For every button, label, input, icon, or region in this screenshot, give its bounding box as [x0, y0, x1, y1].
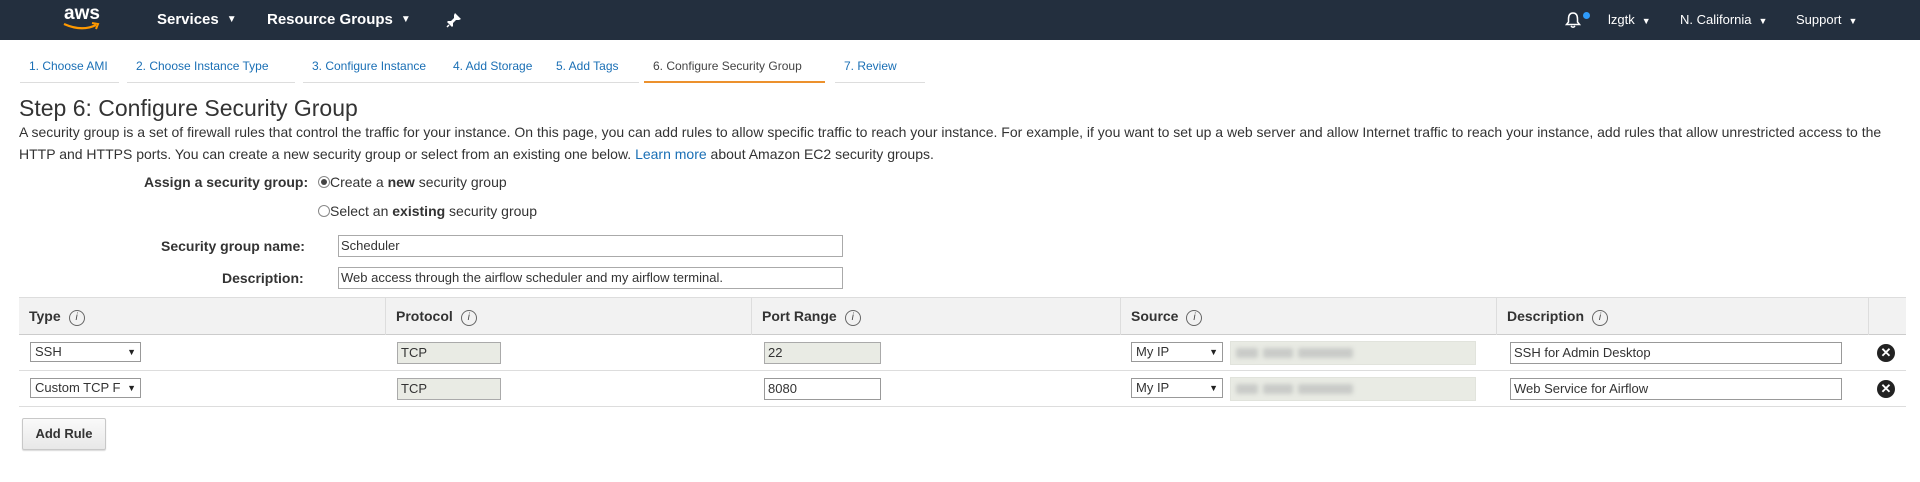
info-icon[interactable]: i [460, 310, 477, 326]
radio-create-new[interactable]: Create a new security group [318, 174, 507, 190]
dropdown-arrow-icon: ▼ [127, 347, 136, 357]
option-existing-prefix: Select an [330, 203, 393, 219]
port-range-input: 22 [764, 342, 881, 364]
header-description-label: Description [1507, 308, 1585, 324]
dropdown-arrow-icon: ▼ [127, 383, 136, 393]
region-menu[interactable]: N. California ▼ [1680, 0, 1767, 40]
header-source: Source i [1120, 298, 1496, 335]
region-label: N. California [1680, 12, 1752, 27]
type-select[interactable]: SSH ▼ [30, 342, 141, 362]
source-ip-input[interactable] [1230, 377, 1476, 401]
services-menu[interactable]: Services ▼ [157, 0, 237, 40]
tab-configure-security-group[interactable]: 6. Configure Security Group [644, 53, 825, 83]
user-menu[interactable]: lzgtk ▼ [1608, 0, 1651, 40]
info-icon[interactable]: i [1592, 310, 1609, 326]
learn-more-link[interactable]: Learn more [635, 146, 707, 162]
page-title: Step 6: Configure Security Group [19, 95, 358, 121]
notification-dot [1583, 12, 1590, 19]
tab-review[interactable]: 7. Review [835, 53, 925, 83]
assign-security-group-label: Assign a security group: [144, 174, 309, 190]
radio-button-checked[interactable] [318, 176, 330, 188]
tab-add-storage[interactable]: 4. Add Storage [444, 53, 547, 83]
tab-choose-instance-type[interactable]: 2. Choose Instance Type [127, 53, 295, 83]
security-group-name-input[interactable]: Scheduler [338, 235, 843, 257]
aws-smile-icon [63, 22, 100, 30]
protocol-input: TCP [397, 378, 501, 400]
header-type: Type i [19, 298, 385, 335]
info-icon[interactable]: i [1186, 310, 1203, 326]
option-new-suffix: security group [414, 174, 507, 190]
chevron-down-icon: ▼ [1641, 16, 1651, 26]
header-type-label: Type [29, 308, 61, 324]
source-ip-input[interactable] [1230, 341, 1476, 365]
security-group-name-label: Security group name: [161, 238, 305, 254]
header-port-range: Port Range i [751, 298, 1120, 335]
option-existing-bold: existing [392, 203, 446, 219]
header-protocol-label: Protocol [396, 308, 453, 324]
radio-select-existing[interactable]: Select an existing security group [318, 203, 537, 219]
chevron-down-icon: ▼ [1848, 16, 1858, 26]
table-row: Custom TCP F ▼ TCP 8080 My IP ▼ Web Servic… [19, 371, 1906, 407]
services-label: Services [157, 11, 219, 28]
remove-rule-icon[interactable]: ✕ [1877, 344, 1895, 362]
header-source-label: Source [1131, 308, 1179, 324]
tab-choose-ami[interactable]: 1. Choose AMI [20, 53, 119, 83]
support-menu[interactable]: Support ▼ [1796, 0, 1857, 40]
support-label: Support [1796, 12, 1842, 27]
protocol-input: TCP [397, 342, 501, 364]
tab-configure-instance[interactable]: 3. Configure Instance [303, 53, 444, 83]
table-header: Type i Protocol i Port Range i Source i Desc… [19, 297, 1906, 335]
resource-groups-menu[interactable]: Resource Groups ▼ [267, 0, 411, 40]
header-protocol: Protocol i [385, 298, 751, 335]
header-port-range-label: Port Range [762, 308, 837, 324]
pin-icon[interactable] [446, 12, 462, 28]
intro-paragraph: A security group is a set of firewall ru… [19, 122, 1899, 165]
type-value: SSH [35, 344, 62, 359]
resource-groups-label: Resource Groups [267, 11, 393, 28]
table-row: SSH ▼ TCP 22 My IP ▼ SSH for Admin Desktop… [19, 335, 1906, 371]
source-value: My IP [1136, 344, 1170, 359]
rule-description-input[interactable]: SSH for Admin Desktop [1510, 342, 1842, 364]
top-navigation-bar: aws Services ▼ Resource Groups ▼ lzgtk ▼ N.… [0, 0, 1920, 40]
intro-suffix: about Amazon EC2 security groups. [710, 145, 934, 162]
aws-logo-text: aws [64, 3, 100, 24]
option-existing-suffix: security group [445, 203, 537, 219]
info-icon[interactable]: i [68, 310, 85, 326]
chevron-down-icon: ▼ [1758, 16, 1768, 26]
dropdown-arrow-icon: ▼ [1209, 383, 1218, 393]
source-select[interactable]: My IP ▼ [1131, 342, 1223, 362]
option-new-prefix: Create a [330, 174, 388, 190]
user-label: lzgtk [1608, 12, 1635, 27]
radio-button-unchecked[interactable] [318, 205, 330, 217]
info-icon[interactable]: i [844, 310, 861, 326]
dropdown-arrow-icon: ▼ [1209, 347, 1218, 357]
chevron-down-icon: ▼ [226, 14, 237, 26]
type-value: Custom TCP F [35, 380, 121, 395]
intro-text: A security group is a set of firewall ru… [19, 124, 1882, 162]
rule-description-input[interactable]: Web Service for Airflow [1510, 378, 1842, 400]
port-range-input[interactable]: 8080 [764, 378, 881, 400]
remove-rule-icon[interactable]: ✕ [1877, 380, 1895, 398]
source-value: My IP [1136, 380, 1170, 395]
source-select[interactable]: My IP ▼ [1131, 378, 1223, 398]
description-label: Description: [222, 270, 304, 286]
aws-logo[interactable]: aws [59, 4, 105, 34]
tab-add-tags[interactable]: 5. Add Tags [547, 53, 639, 83]
notification-bell-icon[interactable] [1564, 11, 1582, 29]
header-actions [1868, 298, 1906, 335]
chevron-down-icon: ▼ [400, 14, 411, 26]
option-new-bold: new [387, 174, 415, 190]
description-input[interactable]: Web access through the airflow scheduler… [338, 267, 843, 289]
header-description: Description i [1496, 298, 1868, 335]
type-select[interactable]: Custom TCP F ▼ [30, 378, 141, 398]
add-rule-button[interactable]: Add Rule [22, 418, 106, 450]
